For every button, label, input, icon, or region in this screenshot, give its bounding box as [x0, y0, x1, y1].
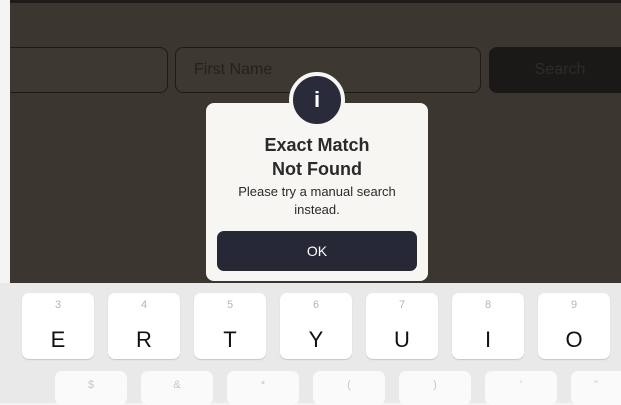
search-button[interactable]: Search	[489, 47, 621, 93]
key-hint: 6	[312, 299, 320, 311]
last-name-field[interactable]	[10, 47, 168, 93]
key-u[interactable]: 7 U	[366, 293, 438, 359]
dialog-message-line-2: instead.	[294, 202, 340, 217]
key-apostrophe[interactable]: '	[485, 371, 557, 405]
onscreen-keyboard: 3 E 4 R 5 T 6 Y 7 U 8 I 9 O $ & * ( ) ' …	[0, 283, 621, 405]
key-dollar[interactable]: $	[55, 371, 127, 405]
key-letter: R	[136, 327, 152, 352]
key-symbol: "	[594, 379, 598, 391]
key-quote[interactable]: "	[571, 371, 621, 405]
key-hint: 5	[226, 299, 234, 311]
key-hint: 8	[484, 299, 492, 311]
key-open-paren[interactable]: (	[313, 371, 385, 405]
key-r[interactable]: 4 R	[108, 293, 180, 359]
key-ampersand[interactable]: &	[141, 371, 213, 405]
dialog-title-line-2: Not Found	[272, 159, 362, 179]
key-o[interactable]: 9 O	[538, 293, 610, 359]
key-letter: E	[50, 327, 66, 352]
key-close-paren[interactable]: )	[399, 371, 471, 405]
key-t[interactable]: 5 T	[194, 293, 266, 359]
key-symbol: '	[519, 379, 523, 391]
key-letter: T	[223, 327, 237, 352]
key-i[interactable]: 8 I	[452, 293, 524, 359]
dialog-message: Please try a manual search instead.	[206, 183, 428, 219]
key-hint: 3	[54, 299, 62, 311]
key-letter: Y	[308, 327, 324, 352]
dialog-title: Exact Match Not Found	[206, 133, 428, 181]
key-symbol: (	[347, 379, 351, 391]
key-hint: 9	[570, 299, 578, 311]
key-y[interactable]: 6 Y	[280, 293, 352, 359]
key-letter: O	[565, 327, 583, 352]
key-symbol: $	[87, 379, 95, 391]
ok-button[interactable]: OK	[217, 231, 417, 271]
key-e[interactable]: 3 E	[22, 293, 94, 359]
dialog-message-line-1: Please try a manual search	[238, 184, 396, 199]
info-icon: i	[289, 72, 345, 128]
alert-dialog: Exact Match Not Found Please try a manua…	[206, 103, 428, 281]
key-asterisk[interactable]: *	[227, 371, 299, 405]
key-letter: U	[394, 327, 410, 352]
dialog-title-line-1: Exact Match	[264, 135, 370, 155]
key-letter: I	[484, 327, 492, 352]
key-hint: 7	[398, 299, 406, 311]
key-hint: 4	[140, 299, 148, 311]
key-symbol: &	[173, 379, 181, 391]
key-symbol: )	[433, 379, 437, 391]
key-symbol: *	[260, 379, 266, 391]
